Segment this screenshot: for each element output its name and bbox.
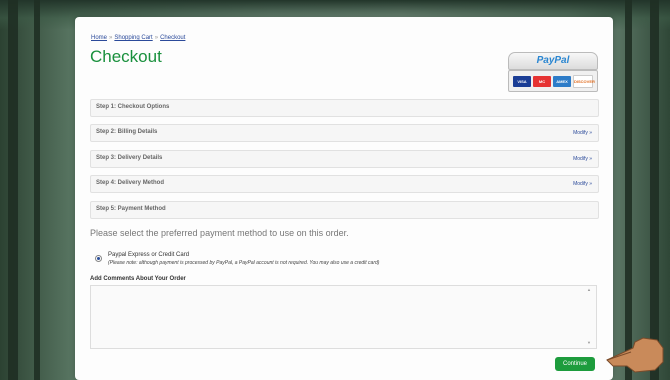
breadcrumb-separator: » [109, 35, 113, 41]
step-label: Step 5: Payment Method [96, 206, 166, 212]
step-delivery-details[interactable]: Step 3: Delivery Details Modify » [90, 150, 599, 168]
mastercard-icon: MC [533, 75, 551, 87]
page-title: Checkout [90, 47, 162, 66]
background-tree [8, 0, 18, 380]
step-label: Step 4: Delivery Method [96, 180, 165, 186]
background-tree [625, 0, 632, 380]
paypal-logo-pal: Pal [554, 55, 570, 66]
breadcrumb-checkout-link[interactable]: Checkout [160, 35, 185, 41]
scroll-up-icon[interactable]: ▲ [587, 287, 591, 292]
step-label: Step 3: Delivery Details [96, 155, 163, 161]
continue-button[interactable]: Continue [555, 357, 595, 371]
modify-billing-link[interactable]: Modify » [573, 130, 592, 136]
modify-delivery-details-link[interactable]: Modify » [573, 156, 592, 162]
paypal-radio[interactable] [95, 255, 102, 262]
breadcrumb: Home» Shopping Cart» Checkout [91, 35, 185, 41]
paypal-logo: PayPal [508, 52, 598, 70]
accepted-cards: VISA MC AMEX DISCOVER [508, 70, 598, 92]
step-label: Step 1: Checkout Options [96, 104, 170, 110]
breadcrumb-cart-link[interactable]: Shopping Cart [114, 35, 152, 41]
step-checkout-options[interactable]: Step 1: Checkout Options [90, 99, 599, 117]
comments-label: Add Comments About Your Order [90, 276, 186, 282]
paypal-badge: PayPal VISA MC AMEX DISCOVER [508, 52, 598, 98]
payment-option-note: (Please note: although payment is proces… [108, 260, 380, 266]
breadcrumb-separator: » [154, 35, 159, 41]
payment-option-label: Paypal Express or Credit Card [108, 252, 190, 258]
step-payment-method[interactable]: Step 5: Payment Method [90, 201, 599, 219]
payment-prompt: Please select the preferred payment meth… [90, 228, 349, 238]
step-label: Step 2: Billing Details [96, 129, 158, 135]
background-tree [650, 0, 659, 380]
paypal-logo-pay: Pay [536, 55, 555, 66]
amex-card-icon: AMEX [553, 75, 571, 87]
modify-delivery-method-link[interactable]: Modify » [573, 181, 592, 187]
hand-cursor-icon [606, 337, 664, 373]
visa-card-icon: VISA [513, 75, 531, 87]
breadcrumb-home-link[interactable]: Home [91, 35, 107, 41]
step-billing-details[interactable]: Step 2: Billing Details Modify » [90, 124, 599, 142]
background-tree [34, 0, 40, 380]
discover-card-icon: DISCOVER [573, 74, 595, 88]
checkout-panel: Home» Shopping Cart» Checkout Checkout Pay… [75, 17, 613, 380]
step-delivery-method[interactable]: Step 4: Delivery Method Modify » [90, 175, 599, 193]
comments-scrollbar[interactable]: ▲ ▼ [587, 287, 593, 345]
scroll-down-icon[interactable]: ▼ [587, 340, 591, 345]
comments-textarea[interactable] [90, 285, 597, 349]
